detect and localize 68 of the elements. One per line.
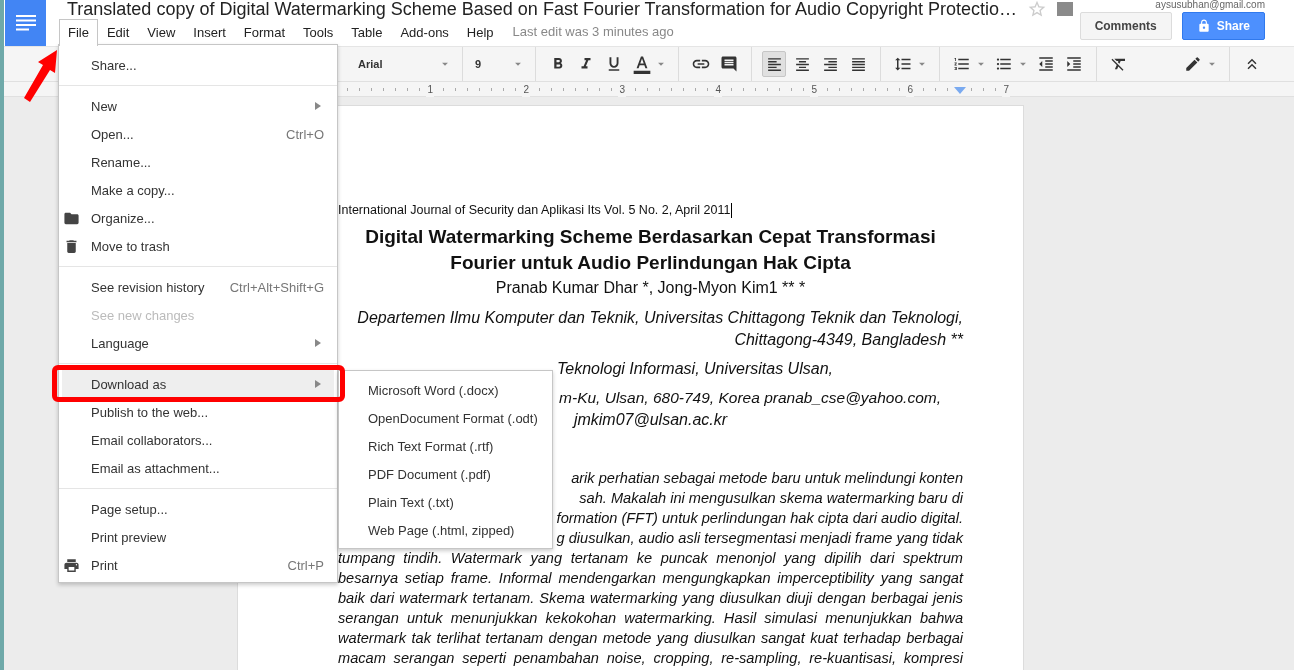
body-text-line: besarnya setiap frame. Informal mendengarkan mengungkapkan imperceptibility yang sangat [338,569,963,588]
affiliation-text-line: jmkim07@ulsan.ac.kr [573,410,728,430]
menu-item[interactable]: Insert [184,19,235,46]
authors-text: Pranab Kumar Dhar *, Jong-Myon Kim1 ** * [494,278,807,298]
paper-title-line: Fourier untuk Audio Perlindungan Hak Cipta [449,251,852,275]
ruler-number: 1 [426,82,434,97]
body-text-line: tumpang tindih. Watermark yang tertanam ke puncak menonjol yang dipilih dari spektrum [338,549,963,568]
menu-item[interactable]: View [138,19,185,46]
align-left-icon[interactable] [762,51,786,77]
submenu-option[interactable]: Microsoft Word (.docx) [347,377,552,405]
ruler-number: 3 [618,82,626,97]
menu-item[interactable]: Add-ons [391,19,458,46]
ruler-number: 4 [714,82,722,97]
ruler-number: 5 [810,82,818,97]
menu-option[interactable]: Email as attachment... [62,454,334,482]
submenu-option[interactable]: PDF Document (.pdf) [347,461,552,489]
menu-option[interactable]: New [62,92,334,120]
ruler-number: 6 [906,82,914,97]
printer-icon [63,557,80,574]
body-text-line: sah. Makalah ini mengusulkan skema watermarking baru di [579,489,963,508]
body-text-line: serangan untuk menunjukkan kekokohan watermarking. Hasil simulasi menunjukkan bahwa [338,609,963,628]
menu-option[interactable]: Move to trash [62,232,334,260]
affiliation-text-line: Chittagong-4349, Bangladesh ** [733,330,963,350]
submenu-option[interactable]: Rich Text Format (.rtf) [347,433,552,461]
body-text-line: arik perhatian sebagai metode baru untuk melindungi konten [571,469,963,488]
menu-item[interactable]: Tools [294,19,343,46]
menu-option[interactable]: Make a copy... [62,176,334,204]
text-cursor [731,202,733,218]
journal-header-text: International Journal of Security dan Aplikasi Its Vol. 5 No. 2, April 2011 [338,202,731,219]
lock-icon [1196,19,1211,33]
affiliation-text-line: m-Ku, Ulsan, 680-749, Korea pranab_cse@yahoo.com, [559,388,941,408]
ruler-number: 7 [1002,82,1010,97]
menu-option[interactable]: Share... [62,51,334,79]
menu-item[interactable]: Help [457,19,503,46]
menu-option[interactable]: Open... Ctrl+O [62,120,334,148]
menu-option[interactable]: Download as [62,370,334,398]
comments-button[interactable]: Comments [1079,12,1172,40]
paper-title-line: Digital Watermarking Scheme Berdasarkan Cepat Transformasi [364,225,937,249]
body-text-line: watermark tak terlihat tertanam dengan metode yang diusulkan sangat kuat terhadap berbagai [338,629,963,648]
menu-option[interactable]: Email collaborators... [62,426,334,454]
body-text-line: macam serangan seperti penambahan noise, cropping, re-sampling, re-kuantisasi, kompresi [338,649,963,668]
submenu-option[interactable]: Web Page (.html, zipped) [347,517,552,545]
body-text-line: baik dari watermark tertanam. Skema watermarking yang diusulkan diuji dengan berbagai jenis [338,589,963,608]
affiliation-text-line: Teknologi Informasi, Universitas Ulsan, [557,359,833,379]
affiliation-text-line: Departemen Ilmu Komputer dan Teknik, Universitas Chittagong Teknik dan Teknologi, [356,308,963,328]
menu-item[interactable]: Format [234,19,294,46]
menu-option[interactable]: Publish to the web... [62,398,334,426]
font-dropdown[interactable]: Arial [356,51,452,77]
menu-option[interactable]: Organize... [62,204,334,232]
font-size-dropdown[interactable]: 9 [473,51,525,77]
menu-option[interactable]: Print Ctrl+P [62,551,334,579]
menu-option[interactable]: Print preview [62,523,334,551]
ruler-number: 2 [522,82,530,97]
menu-option[interactable]: Rename... [62,148,334,176]
account-email[interactable]: aysusubhan@gmail.com [1155,0,1265,10]
submenu-option[interactable]: Plain Text (.txt) [347,489,552,517]
body-text-line: g diusulkan, audio asli tersegmentasi menjadi frame yang tidak [556,529,963,548]
last-edit-text[interactable]: Last edit was 3 minutes ago [512,19,674,46]
menu-item[interactable]: Edit [97,19,139,46]
docs-logo-icon[interactable] [5,0,46,46]
menu-item[interactable]: Table [342,19,392,46]
menu-option[interactable]: See revision history Ctrl+Alt+Shift+G [62,273,334,301]
menu-item[interactable]: File [59,19,98,46]
document-title[interactable]: Translated copy of Digital Watermarking Scheme Based on Fast Fourier Transformation for Audio Copyright Protectio… [67,0,1018,18]
menu-option[interactable]: Language [62,329,334,357]
submenu-option[interactable]: OpenDocument Format (.odt) [347,405,552,433]
menu-option[interactable]: Page setup... [62,495,334,523]
body-text-line: formation (FFT) untuk perlindungan hak cipta dari audio digital. [556,509,963,528]
